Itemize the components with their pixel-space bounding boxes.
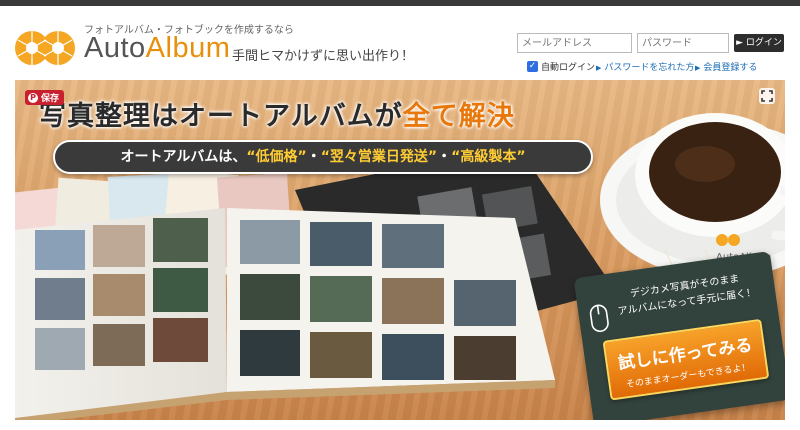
mouse-icon	[589, 304, 609, 333]
brand-name-part1: Auto	[84, 32, 146, 64]
pill-highlight-shipping: “翌々営業日発送”	[320, 149, 438, 165]
expand-icon[interactable]	[759, 88, 775, 104]
forgot-password-label: パスワードを忘れた方	[604, 63, 695, 73]
headline-main: 写真整理はオートアルバムが	[39, 101, 403, 132]
register-label: 会員登録する	[703, 63, 758, 73]
hero-headline: 写真整理はオートアルバムが全て解決	[39, 94, 515, 133]
brand-logo-text[interactable]: AutoAlbum	[84, 32, 230, 65]
save-button[interactable]: P 保存	[25, 90, 65, 105]
pill-separator: ・	[306, 149, 321, 165]
feature-pill: オートアルバムは、“低価格”・“翌々営業日発送”・“高級製本”	[53, 140, 593, 174]
forgot-password-link[interactable]: ▶ パスワードを忘れた方	[596, 60, 694, 73]
auto-login-label: 自動ログイン	[541, 63, 596, 73]
pinterest-save-icon: P	[28, 92, 38, 103]
pill-separator: ・	[437, 149, 452, 165]
site-header: フォトアルバム・フォトブックを作成するなら AutoAlbum 手間ヒマかけずに…	[0, 6, 800, 80]
autoalbum-logo-icon[interactable]	[14, 28, 76, 68]
register-link[interactable]: ▶ 会員登録する	[695, 60, 757, 73]
brand-slogan: 手間ヒマかけずに思い出作り！	[232, 49, 415, 64]
login-button[interactable]: ► ログイン	[734, 34, 784, 52]
arrow-right-icon: ▶	[695, 64, 701, 72]
pill-highlight-binding: “高級製本”	[451, 149, 526, 165]
open-album	[15, 208, 555, 420]
pill-prefix: オートアルバムは、	[120, 149, 247, 165]
try-it-button[interactable]: 試しに作ってみる そのままオーダーもできるよ！	[602, 318, 770, 401]
email-field[interactable]	[517, 33, 632, 53]
board-text: デジカメ写真がそのまま アルバムになって手元に届く！	[609, 269, 762, 322]
password-field[interactable]	[637, 33, 729, 53]
hero-banner[interactable]: AutoAlbum P 保存 写真整理はオートアルバムが全て解決 オートアルバム…	[15, 80, 785, 420]
save-label: 保存	[41, 94, 60, 104]
brand-name-part2: Album	[145, 32, 231, 64]
cta-board: デジカメ写真がそのまま アルバムになって手元に届く！ 試しに作ってみる そのまま…	[573, 250, 785, 420]
headline-accent: 全て解決	[402, 101, 515, 132]
arrow-right-icon: ▶	[596, 64, 602, 72]
auto-login-checkbox[interactable]: ✓	[527, 61, 538, 72]
pill-highlight-price: “低価格”	[246, 149, 307, 165]
auto-login-option[interactable]: ✓ 自動ログイン	[527, 60, 595, 73]
